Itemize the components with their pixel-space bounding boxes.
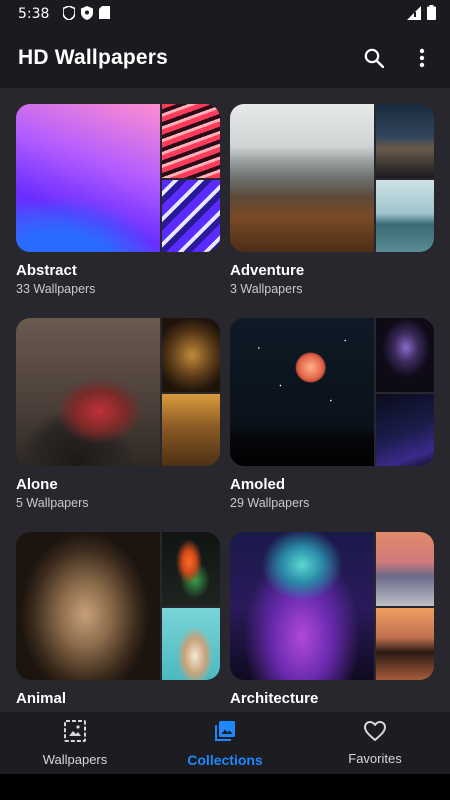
collection-thumbnail-mosaic [230, 104, 434, 252]
app-title: HD Wallpapers [18, 46, 169, 69]
heart-icon [363, 720, 387, 745]
wallpaper-thumbnail [162, 104, 220, 178]
wallpaper-thumbnail [162, 608, 220, 680]
collection-card-amoled[interactable]: Amoled 29 Wallpapers [230, 318, 434, 532]
more-vert-icon[interactable] [408, 44, 436, 72]
collection-title: Abstract [16, 262, 77, 279]
sd-card-icon [99, 6, 111, 22]
battery-icon [427, 5, 436, 23]
wallpaper-thumbnail [376, 180, 434, 252]
collection-title: Alone [16, 476, 58, 493]
collection-count: 33 Wallpapers [16, 282, 96, 296]
wallpaper-thumbnail [162, 180, 220, 252]
collection-title: Adventure [230, 262, 305, 279]
wallpaper-thumbnail [230, 318, 374, 466]
wallpaper-thumbnail [376, 394, 434, 466]
nav-label: Favorites [348, 751, 402, 766]
status-bar: 5:38 [0, 0, 450, 28]
system-navigation-bar [0, 774, 450, 800]
collection-thumbnail-mosaic [16, 318, 220, 466]
collection-count: 5 Wallpapers [16, 496, 89, 510]
wallpaper-thumbnail [376, 104, 434, 178]
signal-icon [407, 5, 421, 23]
collections-grid-container: Abstract 33 Wallpapers Adventure 3 Wallp… [0, 88, 450, 712]
nav-label: Collections [187, 751, 263, 768]
collection-title: Animal [16, 690, 67, 707]
image-icon [63, 719, 87, 746]
collection-thumbnail-mosaic [230, 532, 434, 680]
collection-card-alone[interactable]: Alone 5 Wallpapers [16, 318, 220, 532]
wallpaper-thumbnail [16, 532, 160, 680]
wallpaper-thumbnail [376, 608, 434, 680]
status-time: 5:38 [18, 6, 50, 22]
search-icon[interactable] [360, 44, 388, 72]
collection-title: Architecture [230, 690, 319, 707]
wallpaper-thumbnail [16, 104, 160, 252]
wallpaper-thumbnail [16, 318, 160, 466]
collection-card-abstract[interactable]: Abstract 33 Wallpapers [16, 104, 220, 318]
wallpaper-thumbnail [162, 532, 220, 606]
wallpaper-thumbnail [162, 318, 220, 392]
wallpaper-thumbnail [230, 532, 374, 680]
wallpaper-thumbnail [230, 104, 374, 252]
wallpaper-thumbnail [376, 318, 434, 392]
shield-icon [62, 4, 77, 23]
collection-card-animal[interactable]: Animal [16, 532, 220, 712]
security-icon [81, 5, 94, 23]
collection-card-adventure[interactable]: Adventure 3 Wallpapers [230, 104, 434, 318]
collection-title: Amoled [230, 476, 286, 493]
bottom-navigation: Wallpapers Collections Favorites [0, 712, 450, 774]
wallpaper-thumbnail [162, 394, 220, 466]
collections-icon [213, 719, 237, 746]
collection-count: 3 Wallpapers [230, 282, 303, 296]
collection-card-architecture[interactable]: Architecture [230, 532, 434, 712]
collection-thumbnail-mosaic [230, 318, 434, 466]
collection-count: 29 Wallpapers [230, 496, 310, 510]
collections-grid: Abstract 33 Wallpapers Adventure 3 Wallp… [16, 104, 434, 712]
app-bar: HD Wallpapers [0, 28, 450, 88]
nav-label: Wallpapers [42, 752, 108, 767]
wallpaper-thumbnail [376, 532, 434, 606]
nav-item-wallpapers[interactable]: Wallpapers [0, 712, 150, 774]
collection-thumbnail-mosaic [16, 532, 220, 680]
collection-thumbnail-mosaic [16, 104, 220, 252]
nav-item-favorites[interactable]: Favorites [300, 712, 450, 774]
nav-item-collections[interactable]: Collections [150, 712, 300, 774]
